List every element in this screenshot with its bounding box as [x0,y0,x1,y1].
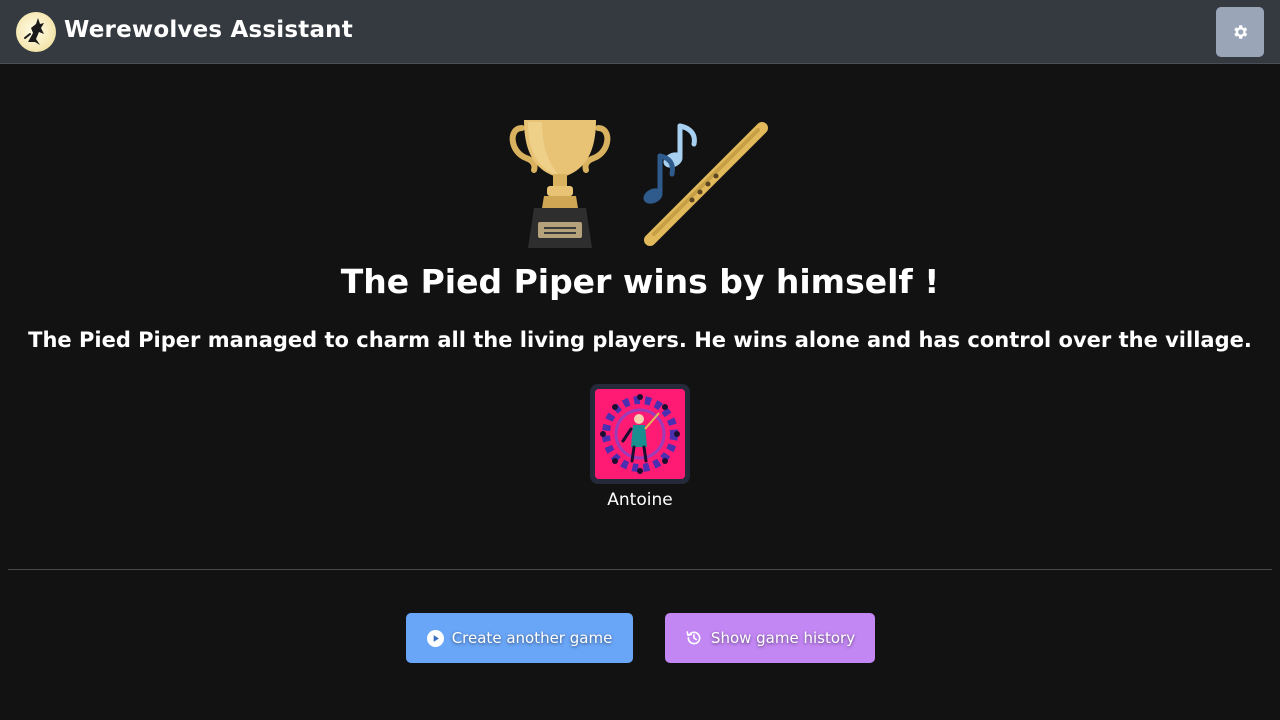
top-bar: Werewolves Assistant [0,0,1280,64]
settings-button[interactable] [1216,7,1264,57]
app-title: Werewolves Assistant [64,17,353,43]
pied-piper-role-icon [595,389,685,479]
show-game-history-label: Show game history [710,629,856,647]
gear-icon [1234,25,1248,39]
winner-card [590,384,690,484]
flute-icon [643,122,768,246]
victory-headline: The Pied Piper wins by himself ! [340,262,940,301]
victory-description: The Pied Piper managed to charm all the … [28,328,1252,352]
winner-name: Antoine [607,490,673,510]
divider [8,569,1272,570]
create-another-game-button[interactable]: Create another game [406,613,633,663]
create-another-game-label: Create another game [451,629,613,647]
werewolf-logo-icon [16,12,56,52]
play-circle-icon [426,629,444,647]
trophy-icon [509,120,611,248]
show-game-history-button[interactable]: Show game history [665,613,875,663]
victory-icons [0,112,1280,252]
history-icon [685,629,703,647]
